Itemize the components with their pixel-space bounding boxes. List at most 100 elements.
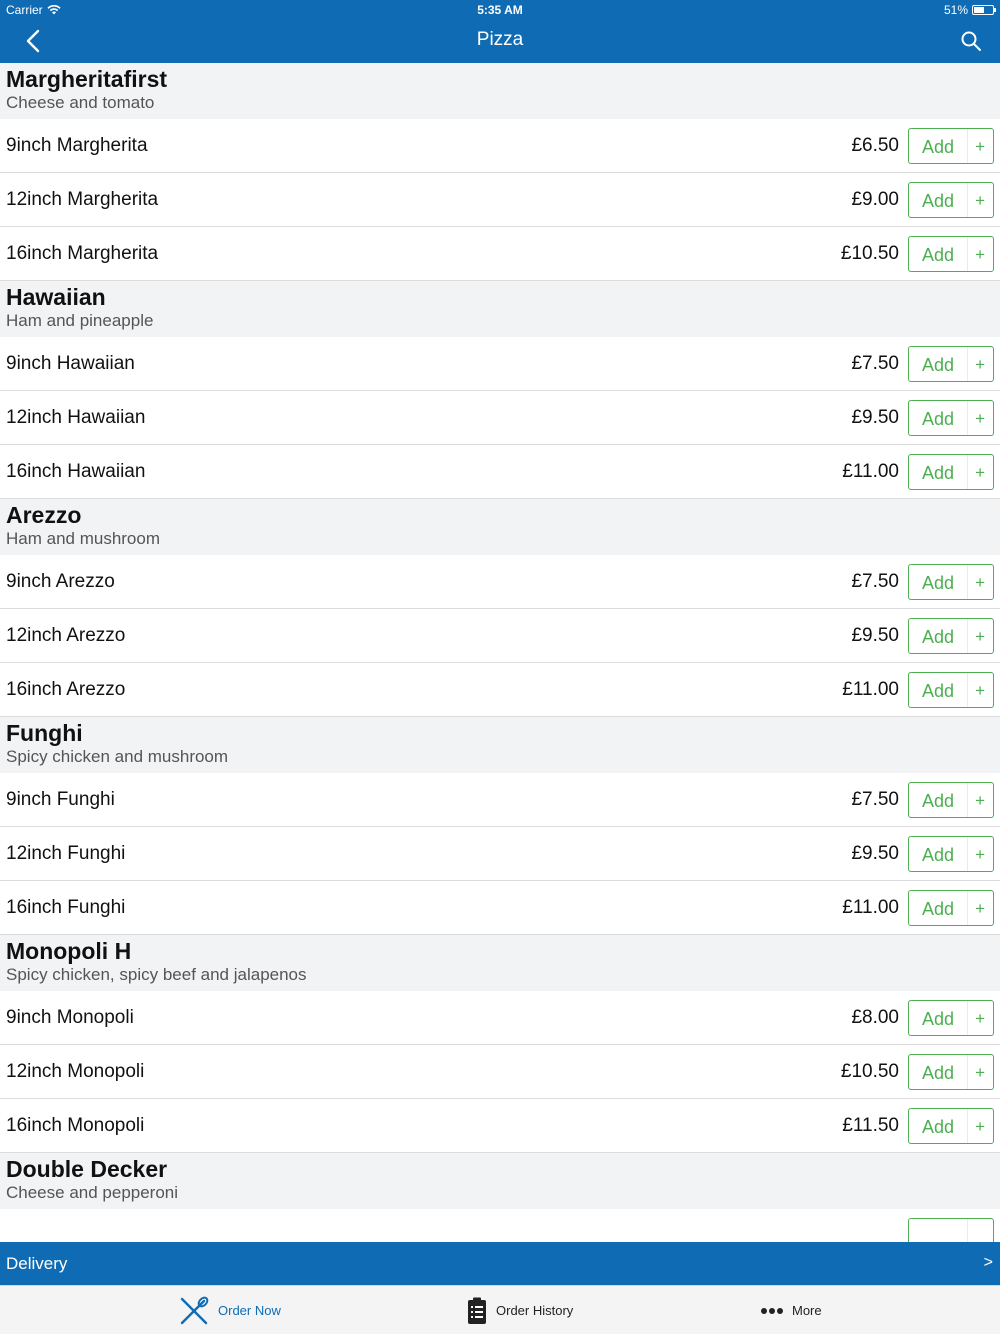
delivery-bar[interactable]: Delivery > <box>0 1242 1000 1285</box>
add-button[interactable]: Add + <box>908 618 994 654</box>
battery-percent: 51% <box>943 3 968 17</box>
plus-icon: + <box>975 191 985 210</box>
menu-item-row: 9inch Margherita £6.50 Add + <box>0 119 1000 173</box>
menu-item-row: 12inch Margherita £9.00 Add + <box>0 173 1000 227</box>
add-label: Add <box>922 355 955 375</box>
item-price: £7.50 <box>851 789 899 810</box>
menu-list[interactable]: Margheritafirst Cheese and tomato 9inch … <box>0 63 1000 1242</box>
menu-section-header: Hawaiian Ham and pineapple <box>0 281 1000 337</box>
section-description: Spicy chicken, spicy beef and jalapenos <box>6 965 307 984</box>
tab-order-now[interactable]: Order Now <box>178 1286 281 1335</box>
navigation-bar: Pizza <box>0 20 1000 63</box>
add-label: Add <box>922 191 955 211</box>
item-price: £11.50 <box>842 1115 899 1136</box>
tab-order-history[interactable]: Order History <box>466 1286 573 1335</box>
item-name: 16inch Funghi <box>6 897 126 918</box>
menu-item-row: 9inch Funghi £7.50 Add + <box>0 773 1000 827</box>
item-name: 9inch Arezzo <box>6 571 115 592</box>
plus-icon: + <box>975 791 985 810</box>
item-name: 9inch Margherita <box>6 135 148 156</box>
fork-knife-icon <box>180 1296 209 1324</box>
add-label: Add <box>922 1009 955 1029</box>
item-name: 16inch Hawaiian <box>6 461 146 482</box>
battery-icon <box>972 5 996 15</box>
add-label: Add <box>922 845 955 865</box>
add-button[interactable]: Add + <box>908 672 994 708</box>
battery-indicator: 51% <box>943 3 996 17</box>
search-icon[interactable] <box>960 30 982 52</box>
add-button[interactable]: Add + <box>908 1000 994 1036</box>
add-button[interactable]: Add + <box>908 128 994 164</box>
tab-more[interactable]: More <box>760 1286 822 1335</box>
clock: 5:35 AM <box>477 3 523 17</box>
add-button[interactable]: Add + <box>908 1054 994 1090</box>
add-label: Add <box>922 409 955 429</box>
item-price: £11.00 <box>842 679 899 700</box>
add-label: Add <box>922 1117 955 1137</box>
item-price: £11.00 <box>842 461 899 482</box>
item-name: 16inch Monopoli <box>6 1115 145 1136</box>
add-label: Add <box>922 573 955 593</box>
section-title: Hawaiian <box>6 284 106 310</box>
item-name: 12inch Arezzo <box>6 625 126 646</box>
item-price: £9.50 <box>851 407 899 428</box>
add-button[interactable]: Add + <box>908 1108 994 1144</box>
add-button[interactable]: Add + <box>908 454 994 490</box>
add-label: Add <box>922 1063 955 1083</box>
add-button[interactable]: Add + <box>908 400 994 436</box>
add-label: Add <box>922 681 955 701</box>
plus-icon: + <box>975 1117 985 1136</box>
add-button[interactable]: Add + <box>908 782 994 818</box>
menu-item-row: 12inch Arezzo £9.50 Add + <box>0 609 1000 663</box>
menu-section-header: Arezzo Ham and mushroom <box>0 499 1000 555</box>
menu-item-row: 9inch Hawaiian £7.50 Add + <box>0 337 1000 391</box>
section-description: Cheese and tomato <box>6 93 155 112</box>
menu-section-header: Monopoli H Spicy chicken, spicy beef and… <box>0 935 1000 991</box>
plus-icon: + <box>975 355 985 374</box>
delivery-label: Delivery <box>6 1254 68 1273</box>
item-name: 9inch Monopoli <box>6 1007 134 1028</box>
item-price: £10.50 <box>840 243 899 264</box>
tab-label: More <box>792 1303 822 1318</box>
chevron-right-icon: > <box>983 1254 993 1271</box>
add-button[interactable]: Add + <box>908 564 994 600</box>
add-label: Add <box>922 899 955 919</box>
add-button[interactable]: Add + <box>908 890 994 926</box>
plus-icon: + <box>975 1009 985 1028</box>
add-button[interactable]: Add + <box>908 182 994 218</box>
plus-icon: + <box>975 681 985 700</box>
item-name: 9inch Hawaiian <box>6 353 135 374</box>
section-title: Arezzo <box>6 502 82 528</box>
add-button[interactable]: Add + <box>908 836 994 872</box>
add-button[interactable]: Add + <box>908 346 994 382</box>
plus-icon: + <box>975 845 985 864</box>
add-button[interactable]: Add + <box>908 236 994 272</box>
item-name: 9inch Funghi <box>6 789 115 810</box>
item-name: 12inch Margherita <box>6 189 159 210</box>
item-price: £10.50 <box>840 1061 899 1082</box>
plus-icon: + <box>975 137 985 156</box>
plus-icon: + <box>975 1063 985 1082</box>
add-label: Add <box>922 627 955 647</box>
menu-item-row: 16inch Monopoli £11.50 Add + <box>0 1099 1000 1153</box>
plus-icon: + <box>975 627 985 646</box>
item-name: 16inch Arezzo <box>6 679 126 700</box>
section-description: Ham and mushroom <box>6 529 161 548</box>
menu-item-row: 16inch Hawaiian £11.00 Add + <box>0 445 1000 499</box>
menu-item-row: 12inch Hawaiian £9.50 Add + <box>0 391 1000 445</box>
add-label: Add <box>922 463 955 483</box>
section-title: Monopoli H <box>6 938 132 964</box>
section-description: Ham and pineapple <box>6 311 154 330</box>
plus-icon: + <box>975 573 985 592</box>
menu-item-row: 12inch Funghi £9.50 Add + <box>0 827 1000 881</box>
plus-icon: + <box>975 463 985 482</box>
section-title: Double Decker <box>6 1156 168 1182</box>
add-label: Add <box>922 245 955 265</box>
clipboard-list-icon <box>468 1297 486 1324</box>
section-title: Funghi <box>6 720 83 746</box>
menu-item-row: 12inch Monopoli £10.50 Add + <box>0 1045 1000 1099</box>
item-name: 12inch Hawaiian <box>6 407 146 428</box>
item-price: £7.50 <box>851 353 899 374</box>
add-button[interactable] <box>908 1218 994 1242</box>
menu-section-header: Double Decker Cheese and pepperoni <box>0 1153 1000 1209</box>
